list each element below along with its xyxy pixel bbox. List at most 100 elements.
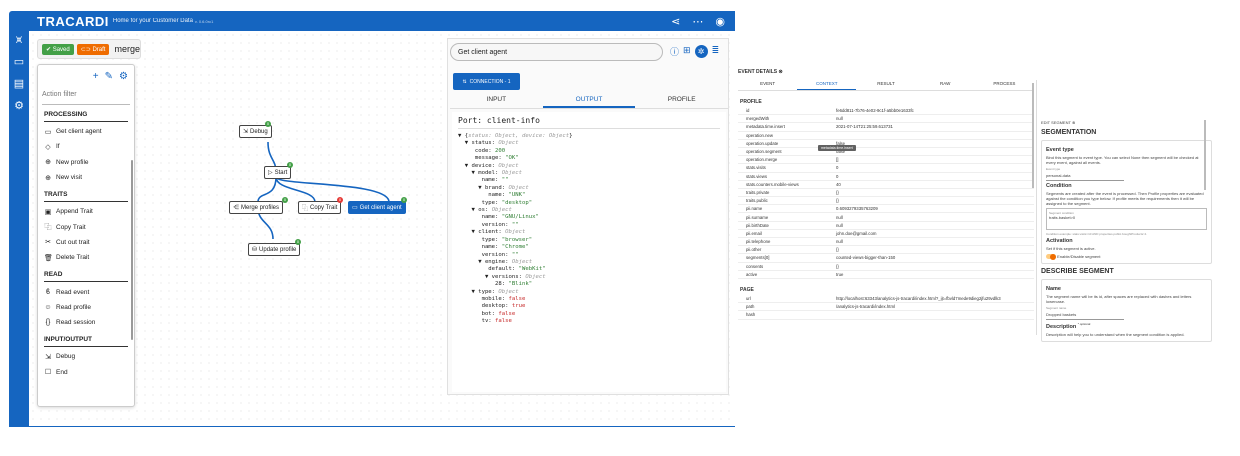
row-key: pii.other — [746, 247, 762, 253]
grid-icon[interactable]: ⊞ — [683, 45, 691, 58]
settings-icon[interactable]: ⚙ — [9, 99, 29, 113]
action-icon: {} — [45, 319, 51, 327]
rail-footer — [9, 410, 29, 427]
tab-raw[interactable]: RAW — [916, 79, 975, 90]
node-badge: 0 — [265, 121, 271, 127]
row-key: stats.counters.mobile-views — [746, 181, 799, 187]
action-item[interactable]: ⊕ New profile — [44, 155, 128, 170]
segment-name-field[interactable]: Dropped baskets — [1046, 312, 1124, 321]
merge-icon: ⋲ — [233, 205, 239, 211]
activation-toggle-label: Enable/Disable segment — [1057, 254, 1101, 259]
action-item[interactable]: ✂ Cut out trait — [44, 235, 128, 250]
action-item[interactable]: ◇ If — [44, 139, 128, 154]
window-icon: ▭ — [352, 205, 358, 211]
table-row: pii.other {} — [738, 246, 1034, 255]
row-value: john.doe@gmail.com — [836, 230, 877, 236]
row-key: segments[0] — [746, 255, 770, 261]
action-item[interactable]: ☐ End — [44, 365, 128, 380]
action-label: Debug — [56, 353, 76, 361]
debug-icon: ⇲ — [243, 129, 249, 135]
activation-row: Enable/Disable segment — [1046, 253, 1207, 260]
action-item[interactable]: ☺ Read profile — [44, 300, 128, 315]
share-icon[interactable]: ⋖ — [671, 15, 680, 28]
draft-button[interactable]: ⊂⊃ Draft — [76, 43, 110, 55]
node-merge-profiles[interactable]: ⋲ Merge profiles — [229, 201, 284, 214]
row-value: 0 — [836, 173, 839, 179]
action-item[interactable]: ▭ Get client agent — [44, 124, 128, 139]
node-copy-trait[interactable]: ⿻ Copy Trait — [298, 201, 342, 214]
page-table: url http://localhost:63343/analytics-js-t… — [738, 295, 1034, 320]
left-rail: ⩙ ▭ ▤ ⚙ — [9, 11, 29, 427]
row-value: 40 — [836, 181, 841, 187]
tab-result[interactable]: RESULT — [856, 79, 915, 90]
action-item[interactable]: {} Read session — [44, 315, 128, 330]
close-icon[interactable]: ⊗ — [778, 69, 782, 75]
node-get-client-agent[interactable]: ▭ Get client agent — [348, 201, 406, 214]
row-key: metadata.time.insert — [746, 124, 785, 130]
account-icon[interactable]: ◉ — [715, 15, 725, 28]
action-item[interactable]: 🗑 Delete Trait — [44, 250, 128, 265]
row-value: null — [836, 214, 843, 220]
row-key: pii.name — [746, 206, 763, 212]
row-value: {} — [836, 198, 839, 204]
saved-button[interactable]: ✔ Saved — [42, 43, 74, 55]
section-title: PROCESSING — [44, 111, 128, 122]
plugin-icon[interactable]: ⚙ — [119, 71, 128, 87]
tab-input[interactable]: INPUT — [450, 93, 543, 108]
folder-icon[interactable]: ▭ — [9, 55, 29, 69]
row-key: stats.visits — [746, 165, 766, 171]
table-row: pii.telephone null — [738, 238, 1034, 247]
tab-context[interactable]: CONTEXT — [797, 79, 857, 90]
flow-name[interactable]: merge — [114, 44, 140, 54]
row-value: null — [836, 222, 843, 228]
tab-process[interactable]: PROCESS — [975, 79, 1034, 90]
add-icon[interactable]: + — [93, 71, 99, 87]
event-type-field[interactable]: personal-data — [1046, 173, 1124, 181]
action-icon: ▣ — [44, 208, 52, 216]
scrollbar[interactable] — [131, 160, 133, 340]
action-item[interactable]: ⿻ Copy Trait — [44, 219, 128, 234]
edit-icon[interactable]: ✎ — [105, 71, 113, 87]
info-icon[interactable]: ⓘ — [670, 45, 679, 58]
description-desc: Description will help you to understand … — [1046, 332, 1185, 338]
scrollbar[interactable] — [1204, 120, 1206, 190]
condition-value: traits.basket>0 — [1049, 215, 1076, 220]
details-tabs: INPUT OUTPUT PROFILE — [450, 93, 728, 109]
activation-toggle[interactable] — [1046, 253, 1056, 260]
connection-button[interactable]: ⇅ CONNECTION - 1 — [453, 73, 520, 90]
action-item[interactable]: ▣ Append Trait — [44, 204, 128, 219]
action-label: Read profile — [56, 303, 92, 311]
name-title: Name — [1046, 286, 1061, 293]
condition-field[interactable]: Segment condition traits.basket>0 — [1046, 208, 1207, 230]
profile-table: id fe6dd811-7b76-4e02-9c1f-a5bb0e1633fc me… — [738, 107, 1034, 279]
row-value: {} — [836, 263, 839, 269]
node-label: Debug — [250, 128, 268, 135]
tab-output[interactable]: OUTPUT — [542, 93, 636, 108]
more-icon[interactable]: ⋯ — [692, 15, 703, 28]
dashboard-icon[interactable]: ▤ — [9, 77, 29, 91]
action-item[interactable]: ⇲ Debug — [44, 349, 128, 364]
action-item[interactable]: ϐ Read event — [44, 284, 128, 299]
node-label: Merge profiles — [241, 204, 280, 211]
description-title: Description * optional — [1046, 322, 1207, 330]
row-value: 0.6093279335763209 — [836, 206, 878, 212]
list-icon[interactable]: ≣ — [712, 45, 720, 58]
table-row: consents {} — [738, 263, 1034, 271]
action-icon: ⇲ — [45, 353, 51, 361]
antenna-icon[interactable]: ⩙ — [9, 33, 29, 47]
close-icon[interactable]: ⊗ — [1072, 120, 1075, 125]
description-label: Description — [1046, 324, 1077, 331]
row-key: pii.surname — [746, 214, 769, 220]
action-filter-input[interactable]: Action filter — [42, 91, 130, 105]
node-update-profile[interactable]: ⛁ Update profile — [248, 243, 301, 256]
scrollbar[interactable] — [1032, 83, 1034, 188]
debug-view-icon[interactable]: ✲ — [694, 45, 708, 58]
node-label: Get client agent — [359, 204, 402, 211]
action-item[interactable]: ⊕ New visit — [44, 170, 128, 185]
row-key: mergedWith — [746, 116, 770, 122]
event-type-label: Event type — [1046, 167, 1061, 171]
tab-profile[interactable]: PROFILE — [635, 93, 728, 108]
node-start[interactable]: ▷ Start — [264, 166, 292, 179]
row-key: stats.views — [746, 173, 768, 179]
tab-event[interactable]: EVENT — [738, 79, 797, 90]
